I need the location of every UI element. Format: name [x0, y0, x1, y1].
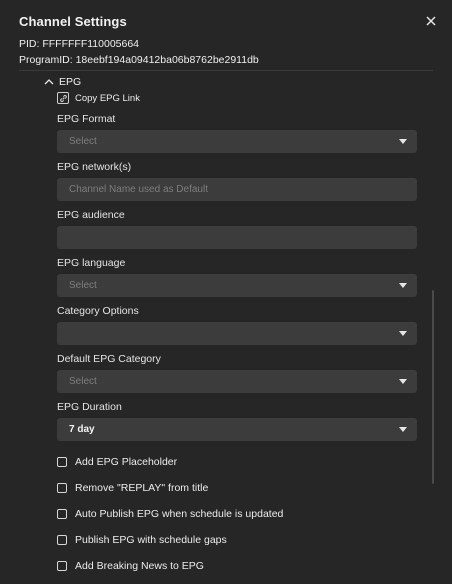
scrollbar[interactable]: [432, 290, 434, 484]
remove-replay-checkbox[interactable]: Remove "REPLAY" from title: [57, 482, 208, 494]
default-epg-category-select[interactable]: Select: [57, 370, 417, 393]
link-icon: [57, 92, 69, 104]
epg-duration-label: EPG Duration: [57, 401, 122, 413]
epg-language-label: EPG language: [57, 257, 126, 269]
program-id-text: ProgramID: 18eebf194a09412ba06b8762be291…: [19, 54, 259, 66]
epg-format-select[interactable]: Select: [57, 130, 417, 153]
add-epg-placeholder-checkbox[interactable]: Add EPG Placeholder: [57, 456, 177, 468]
checkbox-box[interactable]: [57, 457, 67, 467]
checkbox-box[interactable]: [57, 483, 67, 493]
epg-section-toggle[interactable]: EPG: [44, 75, 81, 89]
checkbox-label: Add EPG Placeholder: [75, 456, 178, 468]
default-epg-category-value: Select: [69, 376, 97, 387]
caret-down-icon: [399, 427, 407, 432]
dialog-title: Channel Settings: [19, 14, 127, 29]
epg-format-label: EPG Format: [57, 113, 116, 125]
checkbox-box[interactable]: [57, 561, 67, 571]
epg-network-input[interactable]: Channel Name used as Default: [57, 178, 417, 201]
category-options-select[interactable]: [57, 322, 417, 345]
caret-down-icon: [399, 331, 407, 336]
checkbox-label: Add Breaking News to EPG: [75, 560, 204, 572]
chevron-up-icon: [44, 79, 54, 85]
caret-down-icon: [399, 283, 407, 288]
epg-network-placeholder: Channel Name used as Default: [69, 184, 208, 195]
epg-section-heading: EPG: [59, 76, 82, 88]
auto-publish-epg-checkbox[interactable]: Auto Publish EPG when schedule is update…: [57, 508, 283, 520]
channel-settings-dialog: Channel Settings PID: FFFFFFF110005664 P…: [0, 0, 452, 584]
epg-duration-value: 7 day: [69, 424, 95, 435]
checkbox-label: Auto Publish EPG when schedule is update…: [75, 508, 284, 520]
checkbox-label: Remove "REPLAY" from title: [75, 482, 209, 494]
epg-audience-label: EPG audience: [57, 209, 125, 221]
close-button[interactable]: [423, 13, 439, 29]
checkbox-box[interactable]: [57, 509, 67, 519]
epg-duration-select[interactable]: 7 day: [57, 418, 417, 441]
header-divider: [19, 70, 433, 71]
default-epg-category-label: Default EPG Category: [57, 353, 161, 365]
copy-epg-link-label: Copy EPG Link: [75, 92, 140, 104]
copy-epg-link-button[interactable]: Copy EPG Link: [57, 92, 140, 104]
pid-text: PID: FFFFFFF110005664: [19, 38, 140, 50]
epg-format-value: Select: [69, 136, 97, 147]
epg-network-label: EPG network(s): [57, 161, 132, 173]
checkbox-box[interactable]: [57, 535, 67, 545]
caret-down-icon: [399, 139, 407, 144]
epg-audience-input[interactable]: [57, 226, 417, 249]
add-breaking-news-checkbox[interactable]: Add Breaking News to EPG: [57, 560, 204, 572]
publish-epg-gaps-checkbox[interactable]: Publish EPG with schedule gaps: [57, 534, 227, 546]
epg-language-value: Select: [69, 280, 97, 291]
close-icon: [426, 16, 436, 26]
checkbox-label: Publish EPG with schedule gaps: [75, 534, 227, 546]
epg-language-select[interactable]: Select: [57, 274, 417, 297]
caret-down-icon: [399, 379, 407, 384]
category-options-label: Category Options: [57, 305, 139, 317]
